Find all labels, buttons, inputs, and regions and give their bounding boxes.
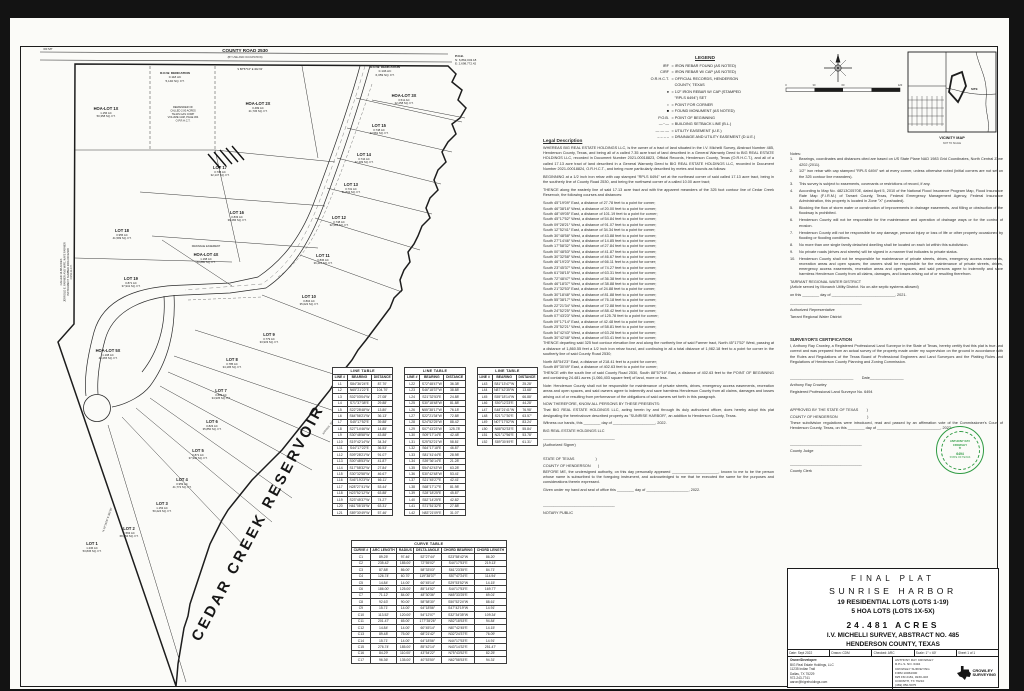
seal-inner-ring [941, 431, 980, 470]
legend-items: IRF= IRON REBAR FOUND (AS NOTED)CIRF= IR… [633, 63, 819, 141]
note-item: 4.According to Map No. 48213C0570E, date… [790, 189, 1003, 205]
title-block-meta-cell: Checked: ARC [872, 650, 914, 656]
texas-shape-icon [957, 666, 971, 680]
text-block-p: THENCE departing said 325 foot contour e… [543, 341, 774, 357]
title-block-meta-cell: Drawn: CDM [830, 650, 872, 656]
text-block-lbl: APPROVED BY THE STATE OF TEXAS ) [790, 408, 1003, 414]
text-block-hu: Legal Description [543, 138, 774, 143]
table-row: L42N83°21′09″E31.07′ [405, 510, 465, 516]
note-item: 8.No more than one single family detache… [790, 243, 1003, 248]
note-item: 10.Henderson County shall not be respons… [790, 257, 1003, 278]
hoa-lots-line: 5 HOA LOTS (LOTS 1X-5X) [788, 608, 998, 617]
survey-data-table: LINE TABLELINE #BEARINGDISTANCEL22S72°48… [404, 367, 465, 516]
plat-type-label: FINAL PLAT [788, 574, 998, 583]
text-block-lbl: Authorized Representative [790, 308, 1003, 314]
line-tables: LINE TABLELINE #BEARINGDISTANCEL1S84°36′… [332, 367, 538, 516]
text-block-lbl: __________________________________ [543, 503, 774, 509]
title-block: FINAL PLAT SUNRISE HARBOR 19 RESIDENTIAL… [787, 568, 999, 688]
notes-certification-column: Notes:1.Bearings, coordinates and distan… [790, 150, 1003, 564]
table-row: L21S89°30′49″W57.46′ [333, 510, 393, 516]
text-block-p: on this ________ day of ________________… [790, 293, 1003, 298]
surveyor-seal: ANTHONY RAY CROWLEY ★ 6494 STATE OF TEXA… [936, 426, 984, 474]
surveyor-contact-lines: ANTHONY RAY CROWLEYR.P.L.S. NO. 6494CROW… [893, 657, 946, 690]
text-block-lbl: NOTARY PUBLIC [543, 511, 774, 517]
text-block-p: THENCE with the south line of said Count… [543, 371, 774, 382]
title-block-meta-row: Date: Sept 2022Drawn: CDMChecked: ARCSca… [788, 649, 998, 657]
county-state-line: HENDERSON COUNTY, TEXAS [788, 641, 998, 649]
surveyor-line: (469) 850-5075 [895, 683, 944, 687]
plat-sheet-screenshot: COUNTY ROAD 2530 (BY USE AND OCCUPATION)… [0, 0, 1024, 691]
text-block-h2: SURVEYOR'S CERTIFICATION [790, 337, 1003, 342]
acreage-line: 24.481 ACRES [788, 620, 998, 630]
surveyor-block: ANTHONY RAY CROWLEYR.P.L.S. NO. 6494CROW… [893, 657, 998, 690]
note-item: 1.Bearings, coordinates and distances ci… [790, 157, 1003, 168]
subdivision-name: SUNRISE HARBOR [788, 586, 998, 596]
text-block-p: I, Anthony Ray Crowley, a Registered Pro… [790, 344, 1003, 366]
survey-data-table: CURVE TABLECURVE #ARC LENGTHRADIUSDELTA … [351, 540, 507, 664]
text-block-gap [790, 368, 1003, 374]
curve-table: CURVE TABLECURVE #ARC LENGTHRADIUSDELTA … [351, 540, 507, 664]
table-row: L52S89°30′49″E61.31′ [477, 439, 537, 445]
text-block-p: BEGINNING at a 1/2 inch iron rebar with … [543, 175, 774, 186]
title-block-meta-cell: Scale: 1″ = 60′ [915, 650, 957, 656]
text-block-lbl: STATE OF TEXAS ) [543, 457, 774, 463]
text-block-p: Witness our hands, this ________ day of … [543, 421, 774, 426]
text-block-lbl: BIG REAL ESTATE HOLDINGS LLC [543, 429, 774, 435]
text-block-gap2 [790, 396, 1003, 407]
text-block-gap2 [790, 321, 1003, 332]
note-item: 2.1/2″ iron rebar with cap stamped "RPLS… [790, 169, 1003, 180]
text-block-gap [543, 449, 774, 455]
title-block-title: FINAL PLAT SUNRISE HARBOR 19 RESIDENTIAL… [788, 569, 998, 649]
legend: LEGEND IRF= IRON REBAR FOUND (AS NOTED)C… [633, 56, 819, 141]
table-row: C1796.36′135.00′40°53′50″N62°58′53″E94.3… [352, 657, 507, 663]
logo-text-line2: SURVEYING [973, 673, 997, 677]
text-block-lbl: __________________________________ [790, 301, 1003, 307]
note-item: 3.This survey is subject to easements, c… [790, 182, 1003, 187]
note-item: 7.Henderson County will not be responsib… [790, 231, 1003, 242]
survey-data-table: LINE TABLELINE #BEARINGDISTANCEL43S81°13… [477, 367, 538, 446]
text-block-lbl: ______________________________ Date_____… [790, 376, 1003, 382]
text-block-lbl: Anthony Ray Crowley [790, 383, 1003, 389]
legal-description-column: Legal Description WHEREAS BIG REAL ESTATE… [543, 138, 774, 642]
text-block-p: That BIG REAL ESTATE HOLDINGS LLC, actin… [543, 408, 774, 419]
title-block-bottom: Owner/Developer:BIG Real Estate Holdings… [788, 657, 998, 690]
text-block-ol: 1.Bearings, coordinates and distances ci… [790, 157, 1003, 278]
text-block-p: Note: Henderson County shall not be resp… [543, 384, 774, 400]
legend-title: LEGEND [695, 56, 819, 61]
owner-line: aaron@bigreholdings.com [790, 680, 890, 684]
residential-lots-line: 19 RESIDENTIAL LOTS (LOTS 1-19) [788, 599, 998, 608]
title-block-meta-cell: Sheet 1 of 1 [957, 650, 998, 656]
text-block-p: (Article served by Monarch Utility Distr… [790, 285, 1003, 290]
surveying-firm-logo: CROWLEY SURVEYING [946, 657, 998, 690]
text-block-p: THENCE along the easterly line of said 1… [543, 188, 774, 199]
text-block-gap [543, 496, 774, 502]
survey-abstract-line: I.V. MICHELLI SURVEY, ABSTRACT NO. 485 [788, 632, 998, 640]
text-block-p: BEFORE ME, the undersigned authority, on… [543, 470, 774, 486]
note-item: 9.No private roads (drives and streets) … [790, 250, 1003, 255]
text-block-p: Given under my hand and seal of office t… [543, 488, 774, 493]
survey-data-table: LINE TABLELINE #BEARINGDISTANCEL1S84°36′… [332, 367, 393, 516]
owner-developer-block: Owner/Developer:BIG Real Estate Holdings… [788, 657, 893, 690]
note-item: 5.Blocking the flow of storm water or co… [790, 206, 1003, 217]
title-block-meta-cell: Date: Sept 2022 [788, 650, 830, 656]
text-block-lbl: __________________________________ [543, 436, 774, 442]
note-item: 6.Henderson County will not be responsib… [790, 218, 1003, 229]
text-block-p: WHEREAS BIG REAL ESTATE HOLDINGS LLC, is… [543, 146, 774, 173]
